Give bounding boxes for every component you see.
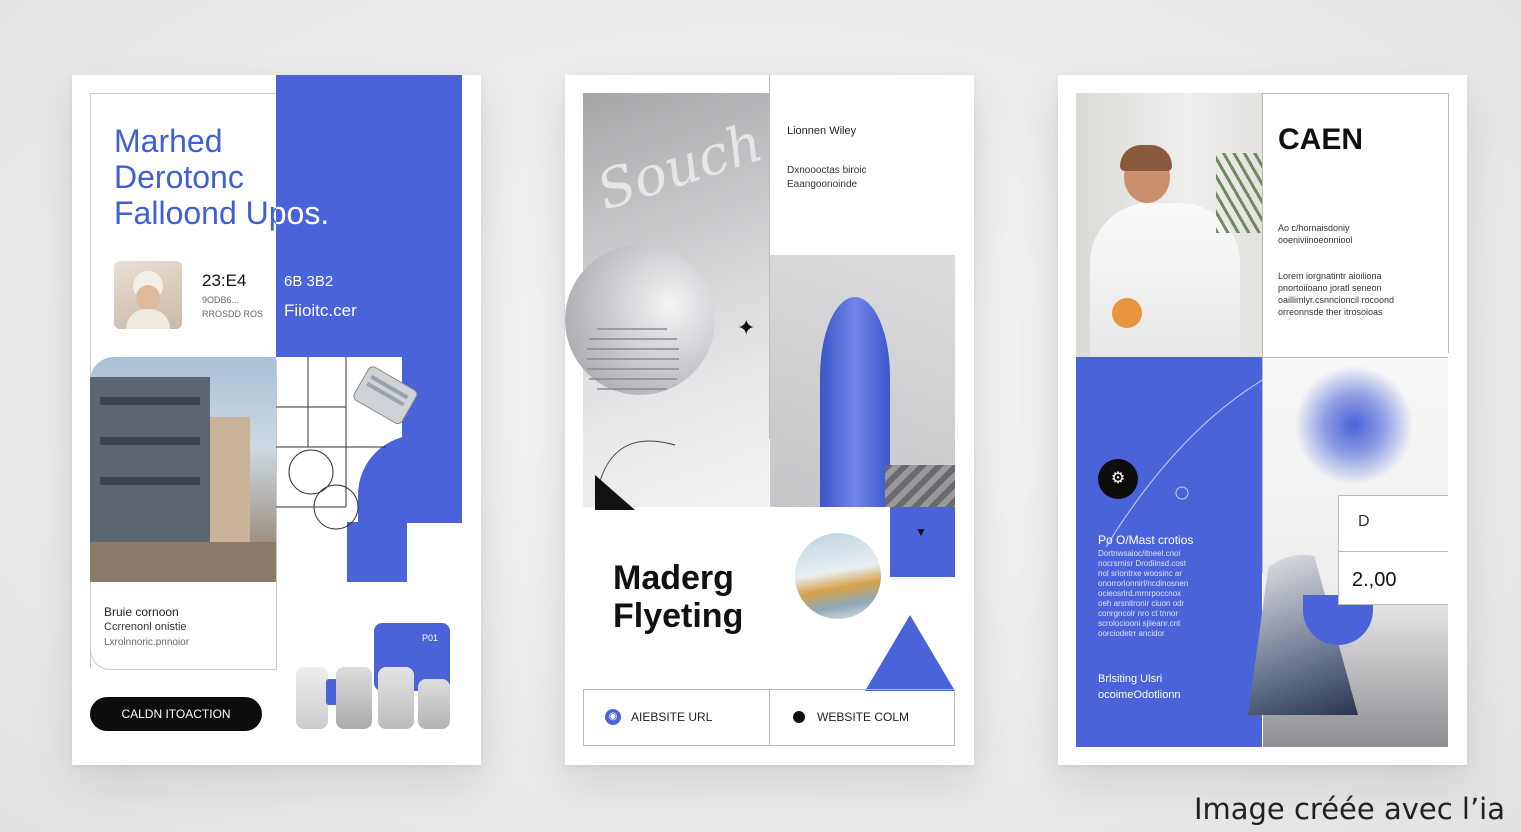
body-line: Lorem iorgnatintr aioiliona — [1278, 271, 1382, 281]
frame-line — [1262, 93, 1448, 94]
stat-left-sub: 9ODB6... — [202, 295, 240, 305]
blue-glow — [1294, 365, 1414, 485]
title-overlay: Falloond Upos. — [276, 195, 330, 231]
poster-3: CAEN Ao c/hornaisdoniy ooeniviinoeonnioo… — [1058, 75, 1467, 765]
frame-line — [1448, 93, 1449, 353]
poster-2: Souch ✦ ✦ Lionnen Wiley Dxnoooctas biroi… — [565, 75, 974, 765]
subtitle-line: Ao c/hornaisdoniy — [1278, 223, 1350, 233]
frame-line — [769, 689, 770, 746]
body-line: Lxrolnnoric.pnnoior — [104, 637, 190, 648]
panel-line: onorrorlonnirl/ncdinosnen — [1098, 579, 1189, 588]
stat-left-value: 23:E4 — [202, 271, 247, 290]
panel-line: Dortnwsaioc/itneel.cnoi — [1098, 549, 1181, 558]
blue-cone — [820, 297, 890, 507]
poster-2-title-line: Maderg — [613, 559, 734, 597]
title-line: Marhed — [114, 123, 223, 159]
header-line: Lionnen Wiley — [787, 125, 857, 137]
panel-line: oorciodetrr ancidor — [1098, 629, 1165, 638]
blue-peak — [865, 615, 955, 691]
triangle-down-icon: ▼ — [915, 525, 927, 539]
bar-shape — [378, 667, 414, 729]
panel-line: nol sriontrxe woosinc ar — [1098, 569, 1183, 578]
body-line: Ccrrenonl onistie — [104, 621, 187, 633]
panel-heading: Po O/Mast crotios — [1098, 533, 1194, 547]
subtitle-line: ooeniviinoeonniool — [1278, 235, 1353, 245]
stat-right-value: 6B 3B2 — [284, 273, 334, 290]
stat-right-label: Fiioitc.cer — [284, 301, 357, 320]
bar-shape — [418, 679, 450, 729]
panel-footer: Brlsiting Ulsri — [1098, 673, 1163, 685]
cta-button[interactable]: CALDN ITOACTION — [90, 697, 262, 731]
sub-line: Dxnoooctas biroic — [787, 165, 867, 176]
body-line: oaillimlyr.csnncioncil rocoond — [1278, 295, 1395, 305]
gear-icon: ⚙ — [1098, 459, 1138, 499]
geometric-grid — [276, 357, 418, 530]
bar-shape — [336, 667, 372, 729]
footer-link[interactable]: AIEBSITE URL — [631, 710, 712, 724]
panel-line: ocieosrlrd.mrnrpoccnox — [1098, 589, 1182, 598]
body-line: orreonnsde ther itrosoioas — [1278, 307, 1383, 317]
poster-1: Marhed Derotonc Falloond Upos. Falloond … — [72, 75, 481, 765]
sub-line: Eaangoonoinde — [787, 179, 858, 190]
portrait-photo — [1076, 93, 1262, 357]
panel-line: nocrsrnisr Drodiinsd.cost — [1098, 559, 1187, 568]
caption: Image créée avec l’ia — [1193, 792, 1505, 826]
box-letter: D — [1358, 513, 1370, 530]
stat-left-sub: RROSDD ROS — [202, 309, 264, 319]
avatar — [114, 261, 182, 329]
tag-label: P01 — [422, 633, 439, 643]
panel-line: conrgncolr nro ct tnnor — [1098, 609, 1179, 618]
bar-shape — [296, 667, 328, 729]
sparkle-icon: ✦ — [737, 315, 756, 340]
poster-2-title-line: Flyeting — [613, 597, 744, 635]
body-line: Bruie cornoon — [104, 605, 179, 619]
frame-line — [90, 93, 276, 94]
globe-icon: ◉ — [605, 709, 621, 725]
body-line: pnortoiioano joratl seneon — [1278, 283, 1382, 293]
title-line: Derotonc — [114, 159, 244, 195]
frame-line — [1263, 357, 1448, 358]
footer-link[interactable]: WEBSITE COLM — [817, 710, 909, 724]
panel-line: scrolociooni sjiieanr.cnt — [1098, 619, 1181, 628]
dot-icon — [793, 711, 805, 723]
blue-corner — [890, 507, 955, 577]
poster-3-title: CAEN — [1278, 123, 1364, 156]
frame-line — [1338, 551, 1448, 552]
panel-footer: ocoimeOdotlionn — [1098, 689, 1181, 701]
building-photo — [90, 357, 276, 582]
landscape-circle — [795, 533, 881, 619]
panel-line: oeh arsnitronir ciuon odr — [1098, 599, 1185, 608]
box-value: 2.,00 — [1352, 569, 1397, 591]
striped-block — [885, 465, 955, 507]
